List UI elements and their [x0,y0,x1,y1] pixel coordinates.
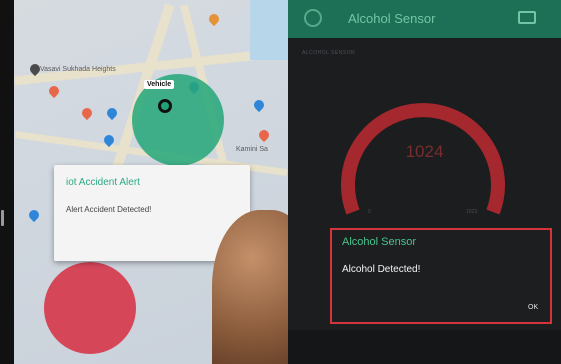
bottom-bar [288,330,561,364]
dialog-message: Alcohol Detected! [342,264,421,275]
vehicle-location-icon[interactable] [158,99,172,113]
phone-bezel [0,0,14,364]
map-pin-icon[interactable] [79,105,95,121]
dialog-message: Alert Accident Detected! [66,205,152,214]
gauge-value: 1024 [405,142,444,161]
gauge-max-label: 1023 [466,209,478,215]
map-poi-label: Kamini Sa [236,146,268,153]
sensor-phone-screen: Alcohol Sensor ALCOHOL SENSOR 1024 0 102… [288,0,561,364]
map-pin-icon[interactable] [26,207,42,223]
widget-label: ALCOHOL SENSOR [302,50,356,56]
map-area-label: Vasavi Sukhada Heights [40,66,116,73]
gauge-min-label: 0 [368,209,371,215]
accident-zone-circle[interactable] [44,262,136,354]
map-pin-icon[interactable] [206,11,222,27]
map-pin-icon[interactable] [104,105,120,121]
alcohol-alert-dialog[interactable]: Alcohol Sensor Alcohol Detected! OK [330,228,552,324]
map-water [250,0,288,60]
map-pin-icon[interactable] [251,97,267,113]
screenshot-composite: Vasavi Sukhada Heights Kamini Sa Vehicle… [0,0,561,364]
app-header: Alcohol Sensor [288,0,561,38]
handle-icon [1,210,4,226]
map-phone-screen: Vasavi Sukhada Heights Kamini Sa Vehicle… [14,0,288,364]
vehicle-label: Vehicle [144,80,175,89]
ok-button[interactable]: OK [528,304,538,311]
dialog-title: iot Accident Alert [66,177,140,188]
back-icon[interactable] [304,9,322,27]
dialog-title: Alcohol Sensor [342,236,416,248]
display-icon[interactable] [518,11,536,24]
map-pin-icon[interactable] [256,127,272,143]
app-title: Alcohol Sensor [348,11,436,26]
map-pin-icon[interactable] [46,83,62,99]
